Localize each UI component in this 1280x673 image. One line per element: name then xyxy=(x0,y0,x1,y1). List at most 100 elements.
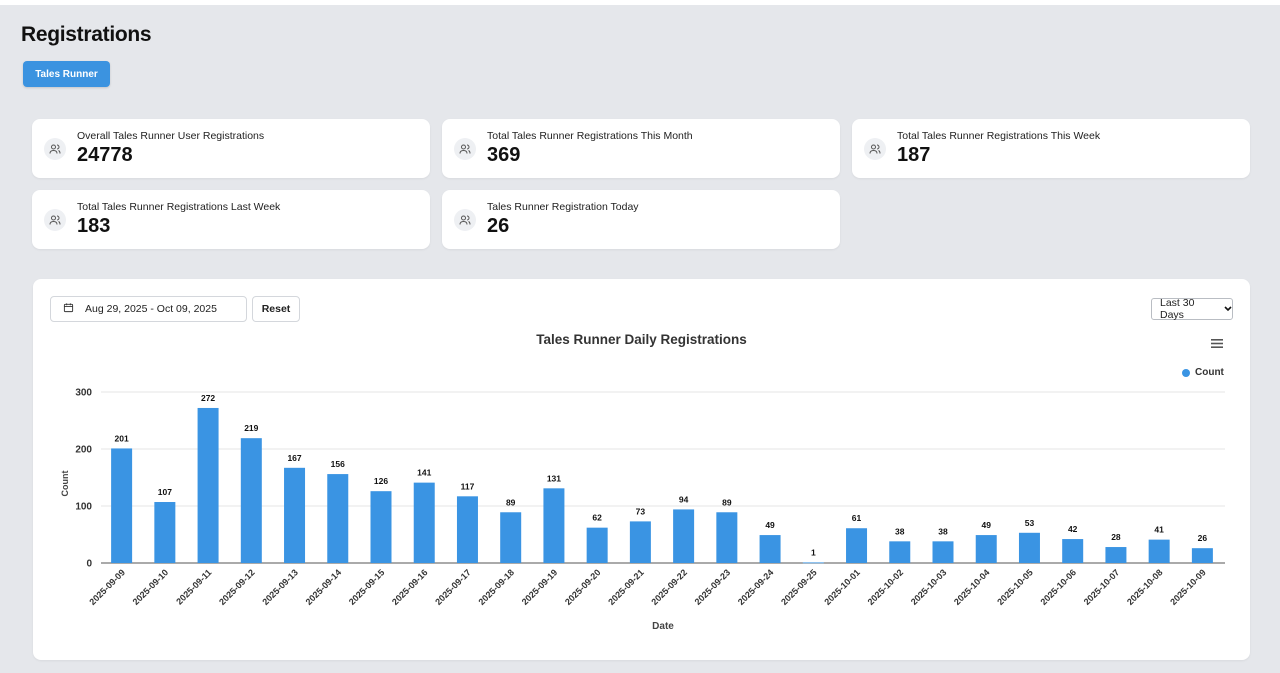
stat-label: Overall Tales Runner User Registrations xyxy=(77,130,265,142)
bar xyxy=(500,512,522,563)
data-label: 131 xyxy=(547,473,561,483)
data-label: 26 xyxy=(1198,533,1208,543)
users-icon xyxy=(44,209,66,231)
bar xyxy=(1105,547,1127,563)
x-tick-label: 2025-09-14 xyxy=(304,567,344,607)
data-label: 38 xyxy=(895,526,905,536)
data-label: 94 xyxy=(679,494,689,504)
users-icon xyxy=(454,138,476,160)
x-tick-label: 2025-09-20 xyxy=(563,567,603,607)
data-label: 126 xyxy=(374,476,388,486)
bar xyxy=(413,482,435,563)
bar xyxy=(284,467,306,563)
x-tick-label: 2025-09-10 xyxy=(131,567,171,607)
stat-value: 369 xyxy=(487,144,521,166)
x-tick-label: 2025-09-21 xyxy=(606,567,646,607)
x-tick-label: 2025-10-04 xyxy=(952,567,992,607)
x-tick-label: 2025-10-07 xyxy=(1082,567,1122,607)
x-tick-label: 2025-10-01 xyxy=(822,567,862,607)
data-label: 89 xyxy=(506,497,516,507)
data-label: 49 xyxy=(981,520,991,530)
bar xyxy=(586,527,608,563)
stat-card-this-month: Total Tales Runner Registrations This Mo… xyxy=(442,119,840,178)
page-title: Registrations xyxy=(21,23,152,46)
bar xyxy=(759,535,781,563)
data-label: 1 xyxy=(811,547,816,557)
data-label: 28 xyxy=(1111,532,1121,542)
bar xyxy=(1148,539,1170,563)
x-tick-label: 2025-09-17 xyxy=(433,567,473,607)
bar xyxy=(975,535,997,563)
bar xyxy=(802,562,824,564)
stat-value: 24778 xyxy=(77,144,133,166)
x-tick-label: 2025-10-09 xyxy=(1168,567,1208,607)
x-tick-label: 2025-09-15 xyxy=(347,567,387,607)
stat-card-overall: Overall Tales Runner User Registrations … xyxy=(32,119,430,178)
data-label: 38 xyxy=(938,526,948,536)
stat-value: 183 xyxy=(77,215,111,237)
stat-label: Total Tales Runner Registrations Last We… xyxy=(77,201,281,213)
bar xyxy=(154,502,176,563)
bar xyxy=(327,474,349,563)
users-icon xyxy=(454,209,476,231)
x-tick-label: 2025-09-09 xyxy=(87,567,127,607)
bar xyxy=(197,407,219,563)
page-background: Registrations Tales Runner Overall Tales… xyxy=(0,5,1280,673)
x-tick-label: 2025-09-16 xyxy=(390,567,430,607)
bar xyxy=(1191,548,1213,563)
x-tick-label: 2025-09-18 xyxy=(476,567,516,607)
stat-label: Tales Runner Registration Today xyxy=(487,201,639,213)
bar xyxy=(673,509,695,563)
x-tick-label: 2025-10-06 xyxy=(1038,567,1078,607)
stat-card-last-week: Total Tales Runner Registrations Last We… xyxy=(32,190,430,249)
bar xyxy=(629,521,651,563)
data-label: 41 xyxy=(1154,525,1164,535)
bar xyxy=(370,491,392,563)
data-label: 272 xyxy=(201,393,215,403)
stat-label: Total Tales Runner Registrations This We… xyxy=(897,130,1101,142)
x-tick-label: 2025-09-25 xyxy=(779,567,819,607)
stat-card-today: Tales Runner Registration Today 26 xyxy=(442,190,840,249)
bar xyxy=(111,448,133,563)
bar xyxy=(1018,532,1040,563)
stat-label: Total Tales Runner Registrations This Mo… xyxy=(487,130,693,142)
x-tick-label: 2025-10-02 xyxy=(866,567,906,607)
data-label: 42 xyxy=(1068,524,1078,534)
y-axis-label: Count xyxy=(60,471,70,497)
stat-card-this-week: Total Tales Runner Registrations This We… xyxy=(852,119,1250,178)
chart-card: Aug 29, 2025 - Oct 09, 2025 Reset Last 3… xyxy=(33,279,1250,660)
x-tick-label: 2025-10-08 xyxy=(1125,567,1165,607)
data-label: 107 xyxy=(158,487,172,497)
x-tick-label: 2025-09-13 xyxy=(260,567,300,607)
bar xyxy=(543,488,565,563)
tab-tales-runner[interactable]: Tales Runner xyxy=(23,61,110,87)
y-tick-label: 300 xyxy=(75,388,92,399)
x-tick-label: 2025-09-11 xyxy=(174,567,213,606)
data-label: 219 xyxy=(244,423,258,433)
data-label: 156 xyxy=(331,459,345,469)
x-tick-label: 2025-09-23 xyxy=(693,567,733,607)
x-tick-label: 2025-10-05 xyxy=(995,567,1035,607)
data-label: 117 xyxy=(461,481,475,491)
stat-value: 187 xyxy=(897,144,931,166)
y-tick-label: 100 xyxy=(75,502,92,513)
stat-value: 26 xyxy=(487,215,510,237)
data-label: 49 xyxy=(765,520,775,530)
y-tick-label: 0 xyxy=(86,559,92,570)
data-label: 73 xyxy=(636,506,646,516)
x-tick-label: 2025-10-03 xyxy=(909,567,949,607)
x-tick-label: 2025-09-19 xyxy=(520,567,560,607)
data-label: 62 xyxy=(592,513,602,523)
users-icon xyxy=(44,138,66,160)
bar-chart: 0 100 200 300 Count 201 2025-09-09 107 2025-09-1… xyxy=(60,388,1225,632)
users-icon xyxy=(864,138,886,160)
data-label: 141 xyxy=(417,468,431,478)
bar xyxy=(1062,539,1084,563)
data-label: 167 xyxy=(287,453,301,463)
bar xyxy=(240,438,262,563)
data-label: 61 xyxy=(852,513,862,523)
x-tick-label: 2025-09-24 xyxy=(736,567,776,607)
bar xyxy=(889,541,911,563)
x-tick-label: 2025-09-12 xyxy=(217,567,257,607)
bar xyxy=(716,512,738,563)
